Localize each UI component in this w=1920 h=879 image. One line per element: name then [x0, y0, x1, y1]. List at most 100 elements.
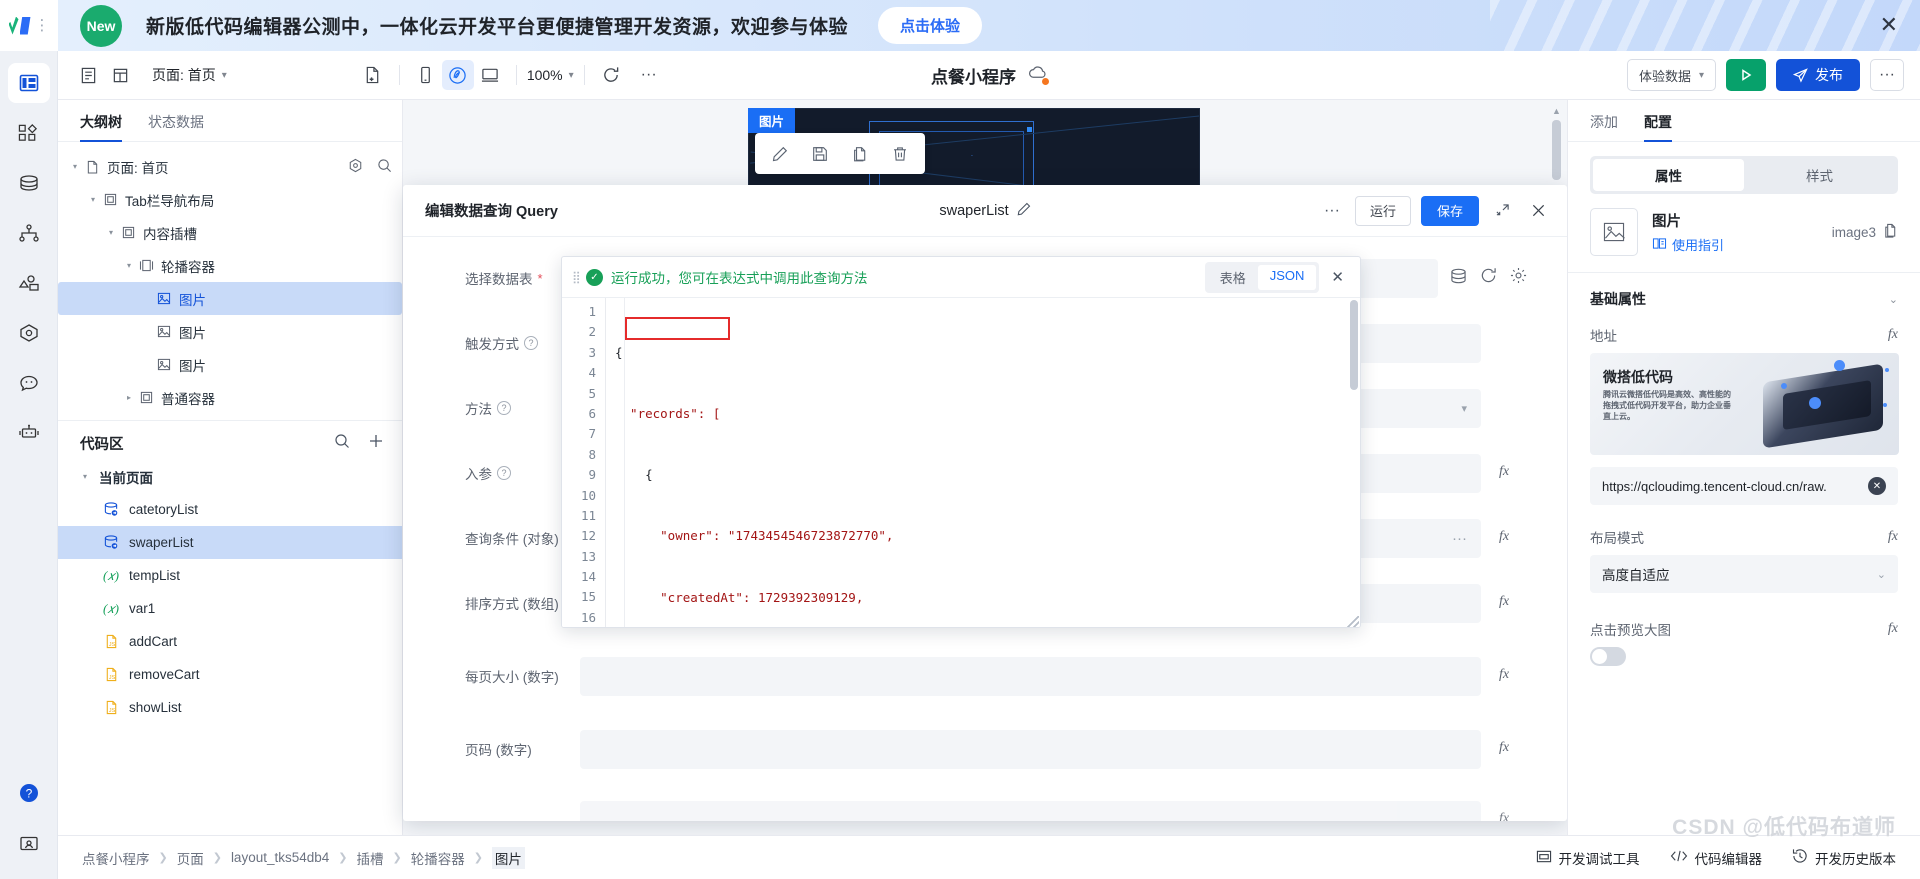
publish-button[interactable]: 发布	[1776, 59, 1860, 91]
address-fx-button[interactable]: fx	[1888, 327, 1898, 343]
chevron-down-icon[interactable]: ▾	[78, 472, 92, 481]
collapse-icon[interactable]	[1489, 198, 1515, 224]
chevron-right-icon[interactable]: ▸	[122, 393, 136, 402]
more-icon[interactable]: ···	[1452, 531, 1467, 546]
breadcrumb-item-2[interactable]: layout_tks54db4	[231, 850, 329, 865]
logo-menu-icon[interactable]: ⋮	[35, 18, 50, 33]
close-icon[interactable]: ✕	[1880, 14, 1898, 36]
tab-add[interactable]: 添加	[1590, 112, 1618, 141]
tree-item-image-1[interactable]: 图片	[58, 282, 402, 315]
promo-cta-button[interactable]: 点击体验	[878, 7, 983, 44]
rail-item-ai-bot[interactable]	[8, 413, 50, 453]
scroll-up-icon[interactable]: ▲	[1552, 106, 1561, 116]
extra-input[interactable]	[580, 801, 1481, 821]
run-query-button[interactable]: 运行	[1354, 195, 1411, 226]
experience-data-button[interactable]: 体验数据 ▾	[1626, 59, 1716, 91]
rail-item-help[interactable]: ?	[8, 773, 50, 813]
preview-fx-button[interactable]: fx	[1888, 621, 1898, 637]
page-number-input[interactable]	[580, 730, 1481, 769]
code-item-addcart[interactable]: JS addCart	[58, 625, 402, 658]
tab-config[interactable]: 配置	[1644, 112, 1672, 142]
basic-properties-section-header[interactable]: 基础属性 ⌄	[1568, 273, 1920, 319]
miniprogram-preview-button[interactable]	[441, 60, 474, 90]
segment-properties[interactable]: 属性	[1593, 159, 1744, 191]
tree-item-carousel-container[interactable]: ▾ 轮播容器	[58, 249, 402, 282]
search-icon[interactable]	[334, 433, 350, 454]
toolbar-more-button[interactable]: ···	[633, 60, 665, 90]
chevron-down-icon[interactable]: ▾	[86, 195, 100, 204]
breadcrumb-item-0[interactable]: 点餐小程序	[82, 848, 150, 868]
code-item-templist[interactable]: (𝑥) tempList	[58, 559, 402, 592]
rail-item-components[interactable]	[8, 113, 50, 153]
resize-handle[interactable]	[1347, 616, 1359, 627]
page-selector[interactable]: 页面: 首页 ▾	[152, 65, 227, 85]
page-number-fx-button[interactable]: fx	[1481, 730, 1527, 756]
drag-handle[interactable]: ⣿	[572, 271, 586, 283]
breadcrumb-item-4[interactable]: 轮播容器	[411, 848, 465, 868]
new-page-button[interactable]	[357, 60, 389, 90]
close-icon[interactable]	[1525, 198, 1551, 224]
desktop-preview-button[interactable]	[474, 60, 506, 90]
chevron-down-icon[interactable]: ▾	[122, 261, 136, 270]
rail-item-wechat[interactable]	[8, 363, 50, 403]
image-preview[interactable]: 微搭低代码 腾讯云微搭低代码是高效、高性能的拖拽式低代码开发平台，助力企业垂直上…	[1590, 353, 1899, 455]
chevron-down-icon[interactable]: ⌄	[1889, 293, 1898, 306]
code-item-var1[interactable]: (𝑥) var1	[58, 592, 402, 625]
scroll-thumb[interactable]	[1552, 120, 1561, 180]
chevron-down-icon[interactable]: ▾	[104, 228, 118, 237]
image-url-input[interactable]: https://qcloudimg.tencent-cloud.cn/raw. …	[1590, 467, 1898, 505]
preview-run-button[interactable]	[1726, 59, 1766, 91]
code-group-current-page[interactable]: ▾ 当前页面	[58, 460, 402, 493]
conditions-fx-button[interactable]: fx	[1481, 519, 1527, 545]
copy-icon[interactable]	[1883, 223, 1898, 241]
rail-item-layout[interactable]	[7, 63, 50, 103]
tab-outline-tree[interactable]: 大纲树	[80, 112, 122, 142]
tree-item-normal-container[interactable]: ▸ 普通容器	[58, 381, 402, 414]
add-icon[interactable]	[368, 433, 384, 454]
code-item-removecart[interactable]: JS removeCart	[58, 658, 402, 691]
rail-item-database[interactable]	[8, 163, 50, 203]
chevron-down-icon[interactable]: ▾	[68, 162, 82, 171]
outline-view-button[interactable]	[72, 60, 104, 90]
history-versions-button[interactable]: 开发历史版本	[1792, 848, 1896, 868]
save-query-button[interactable]: 保存	[1420, 195, 1479, 226]
segment-style[interactable]: 样式	[1744, 159, 1895, 191]
edit-icon[interactable]	[763, 138, 797, 170]
code-editor-button[interactable]: 代码编辑器	[1670, 848, 1762, 868]
rail-item-flow[interactable]	[8, 213, 50, 253]
tree-item-image-2[interactable]: 图片	[58, 315, 402, 348]
grid-view-button[interactable]	[104, 60, 136, 90]
close-icon[interactable]: ✕	[1327, 268, 1348, 286]
toolbar-overflow-button[interactable]: ···	[1870, 59, 1904, 91]
layout-mode-select[interactable]: 高度自适应 ⌄	[1590, 555, 1898, 593]
help-icon[interactable]: ?	[497, 401, 511, 415]
copy-icon[interactable]	[843, 138, 877, 170]
code-item-swaperlist[interactable]: swaperList	[58, 526, 402, 559]
code-item-catetorylist[interactable]: catetoryList	[58, 493, 402, 526]
params-fx-button[interactable]: fx	[1481, 454, 1527, 480]
rail-item-account[interactable]	[8, 823, 50, 863]
preview-large-toggle[interactable]	[1590, 647, 1626, 666]
refresh-icon[interactable]	[1480, 267, 1497, 289]
tree-item-content-slot[interactable]: ▾ 内容插槽	[58, 216, 402, 249]
tree-item-page[interactable]: ▾ 页面: 首页	[58, 150, 402, 183]
cloud-status-icon[interactable]	[1028, 65, 1049, 85]
database-icon[interactable]	[1450, 268, 1467, 289]
debug-tools-button[interactable]: 开发调试工具	[1536, 848, 1640, 868]
layout-fx-button[interactable]: fx	[1888, 529, 1898, 545]
tab-json-view[interactable]: JSON	[1257, 264, 1317, 290]
help-icon[interactable]: ?	[497, 466, 511, 480]
settings-icon[interactable]	[348, 158, 363, 176]
mobile-preview-button[interactable]	[410, 60, 442, 90]
extra-fx-button[interactable]: fx	[1481, 801, 1527, 821]
json-code-viewer[interactable]: 1 2 3 4 5 6 7 8 9 10 11 12 13 14 15 16 {	[562, 298, 1360, 627]
rename-pencil-icon[interactable]	[1017, 202, 1031, 220]
tree-item-tabbar-layout[interactable]: ▾ Tab栏导航布局	[58, 183, 402, 216]
breadcrumb-item-5[interactable]: 图片	[491, 846, 525, 869]
usage-guide-link[interactable]: 使用指引	[1652, 235, 1724, 254]
rail-item-assets[interactable]	[8, 263, 50, 303]
code-item-showlist[interactable]: JS showList	[58, 691, 402, 724]
breadcrumb-item-1[interactable]: 页面	[177, 848, 204, 868]
canvas-scrollbar[interactable]: ▲	[1552, 106, 1561, 186]
delete-icon[interactable]	[883, 138, 917, 170]
